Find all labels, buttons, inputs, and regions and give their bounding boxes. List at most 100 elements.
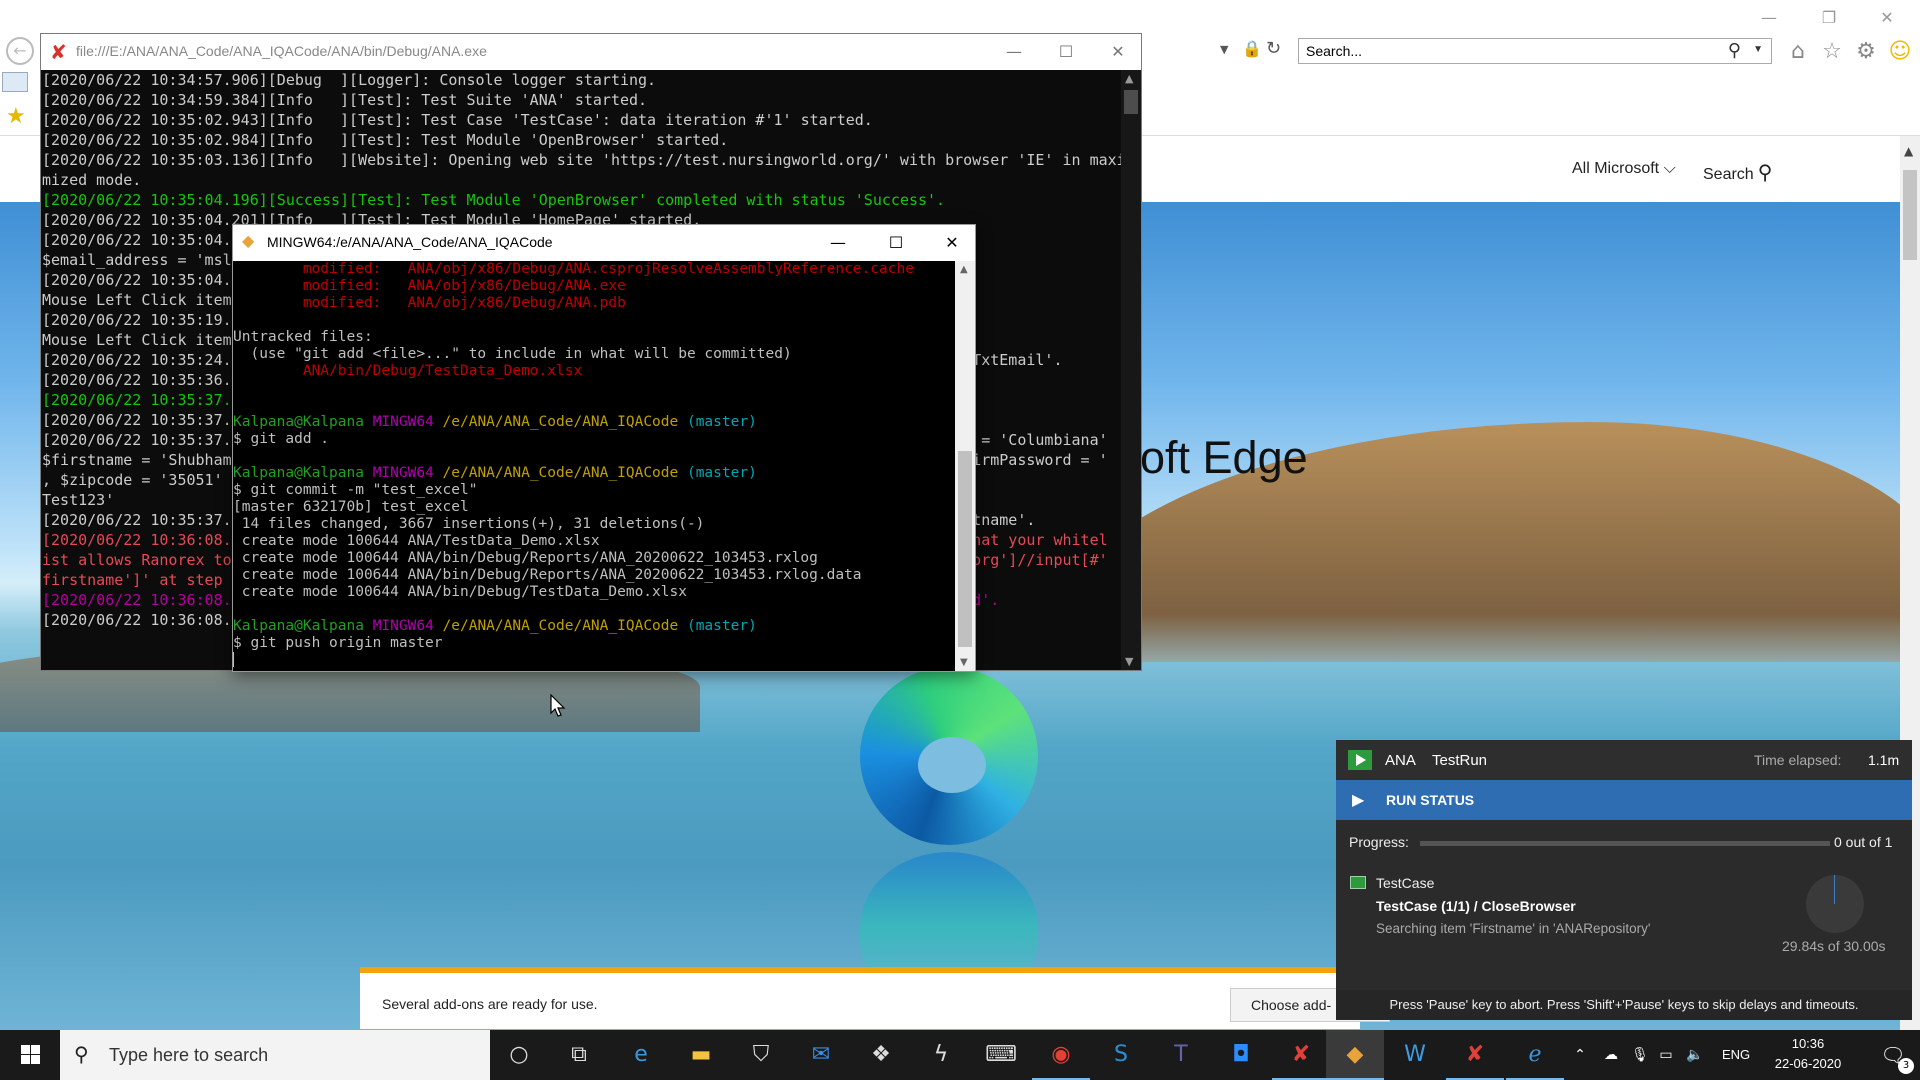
scroll-up-icon[interactable]: ▲	[960, 264, 968, 275]
step-detail: Searching item 'Firstname' in 'ANAReposi…	[1376, 921, 1651, 936]
terminal-line: [master 632170b] test_excel	[233, 499, 955, 516]
show-hidden-icons-chevron-icon[interactable]: ⌃	[1568, 1030, 1592, 1080]
ie-restore-button[interactable]: ❐	[1806, 4, 1852, 32]
cortana-icon[interactable]: ○	[490, 1030, 548, 1080]
scroll-up-icon[interactable]: ▲	[1904, 144, 1913, 158]
current-step: TestCase (1/1) / CloseBrowser	[1376, 898, 1576, 914]
terminal-text: create mode 100644 ANA/bin/Debug/TestDat…	[233, 584, 687, 600]
volume-icon[interactable]: 🔈	[1680, 1030, 1710, 1080]
mail-icon[interactable]: ✉	[792, 1030, 850, 1080]
input-language[interactable]: ENG	[1722, 1030, 1750, 1080]
ie-search-input[interactable]: Search... ⚲ ▼	[1298, 38, 1772, 64]
ie-search-placeholder: Search...	[1306, 43, 1363, 59]
chrome-icon[interactable]: ◉	[1032, 1030, 1090, 1080]
site-search-link[interactable]: Search ⚲	[1703, 160, 1772, 184]
ranorex-spy-icon[interactable]: ✘	[1272, 1030, 1330, 1080]
taskbar-clock[interactable]: 10:36 22-06-2020	[1764, 1034, 1852, 1074]
smiley-feedback-icon[interactable]: ☺	[1886, 38, 1914, 66]
terminal-line: $ git add .	[233, 431, 955, 448]
notification-count: 3	[1898, 1058, 1914, 1074]
scroll-down-icon[interactable]: ▼	[960, 657, 968, 668]
gear-icon[interactable]: ⚙	[1852, 38, 1880, 66]
scrollbar-thumb[interactable]	[958, 451, 972, 647]
scrollbar-thumb[interactable]	[1124, 90, 1138, 114]
terminal-line: modified: ANA/obj/x86/Debug/ANA.csprojRe…	[233, 261, 955, 278]
console-scrollbar[interactable]: ▲ ▼	[1121, 70, 1141, 670]
teams-icon[interactable]: T	[1152, 1030, 1210, 1080]
terminal-text: /e/ANA/ANA_Code/ANA_IQACode	[442, 414, 687, 430]
taskbar-search-box[interactable]: ⚲ Type here to search	[60, 1030, 490, 1080]
terminal-text: Kalpana@Kalpana	[233, 414, 373, 430]
mingw-scrollbar[interactable]: ▲ ▼	[955, 261, 975, 671]
ie-close-button[interactable]: ✕	[1864, 4, 1910, 32]
console-log-line: [2020/06/22 10:35:03.136][Info ][Website…	[42, 151, 1121, 169]
ranorex-studio-icon[interactable]: ✘	[1446, 1030, 1504, 1080]
zoom-icon[interactable]: ◘	[1212, 1030, 1270, 1080]
ie-tab-icon[interactable]	[2, 72, 28, 92]
mingw-terminal-output[interactable]: modified: ANA/obj/x86/Debug/ANA.csprojRe…	[233, 261, 955, 671]
action-center-button[interactable]: 🗨 3	[1866, 1030, 1920, 1080]
terminal-line: modified: ANA/obj/x86/Debug/ANA.pdb	[233, 295, 955, 312]
text-cursor	[233, 652, 234, 667]
terminal-text: (master)	[686, 414, 757, 430]
favorites-star-icon[interactable]: ☆	[1818, 38, 1846, 66]
play-icon[interactable]: ▶	[1352, 790, 1364, 809]
app-w-icon[interactable]: W	[1386, 1030, 1444, 1080]
run-status-bar[interactable]: ▶ RUN STATUS	[1336, 780, 1912, 820]
console-minimize-button[interactable]: —	[991, 34, 1037, 70]
terminal-line: modified: ANA/obj/x86/Debug/ANA.exe	[233, 278, 955, 295]
store-icon[interactable]: ⛉	[732, 1030, 790, 1080]
all-microsoft-menu[interactable]: All Microsoft ⌵	[1572, 160, 1676, 178]
back-icon[interactable]: ←	[6, 37, 34, 65]
mingw-maximize-button[interactable]: ☐	[873, 225, 919, 261]
console-log-line: [2020/06/22 10:34:59.384][Info ][Test]: …	[42, 91, 648, 109]
progress-count: 0 out of 1	[1834, 834, 1893, 850]
console-maximize-button[interactable]: ☐	[1043, 34, 1089, 70]
microphone-icon[interactable]: 🎙	[1628, 1030, 1652, 1080]
lock-icon: 🔒	[1242, 39, 1262, 58]
terminal-line: Untracked files:	[233, 329, 955, 346]
onedrive-cloud-icon[interactable]: ☁	[1596, 1030, 1626, 1080]
mingw-close-button[interactable]: ✕	[929, 225, 975, 261]
time-elapsed-label: Time elapsed:	[1754, 752, 1842, 768]
console-log-line: mized mode.	[42, 171, 142, 189]
ie-minimize-button[interactable]: —	[1746, 4, 1792, 32]
terminal-line: $ git commit -m "test_excel"	[233, 482, 955, 499]
scroll-up-icon[interactable]: ▲	[1125, 72, 1133, 85]
home-icon[interactable]: ⌂	[1784, 38, 1812, 66]
chevron-down-icon[interactable]: ▼	[1753, 38, 1763, 62]
app-lightning-icon[interactable]: ϟ	[912, 1030, 970, 1080]
task-view-icon[interactable]: ⧉	[550, 1030, 608, 1080]
scrollbar-thumb[interactable]	[1903, 170, 1917, 260]
dropbox-icon[interactable]: ❖	[852, 1030, 910, 1080]
git-bash-icon[interactable]: ◆	[1326, 1030, 1384, 1080]
internet-explorer-icon[interactable]: ℯ	[1506, 1030, 1564, 1080]
mingw-minimize-button[interactable]: —	[815, 225, 861, 261]
favorites-add-icon[interactable]: ★	[6, 104, 26, 129]
start-button[interactable]	[0, 1030, 60, 1080]
time-elapsed-value: 1.1m	[1868, 752, 1900, 768]
run-status-label: RUN STATUS	[1386, 792, 1475, 808]
terminal-text: Untracked files:	[233, 329, 373, 345]
step-timer: 29.84s of 30.00s	[1782, 938, 1886, 954]
search-icon[interactable]: ⚲	[1728, 38, 1741, 62]
edge-icon[interactable]: e	[612, 1030, 670, 1080]
console-close-button[interactable]: ✕	[1095, 34, 1141, 70]
console-titlebar[interactable]: ✘ file:///E:/ANA/ANA_Code/ANA_IQACode/AN…	[41, 34, 1141, 70]
run-name: TestRun	[1432, 752, 1488, 769]
mingw-titlebar[interactable]: ◆ MINGW64:/e/ANA/ANA_Code/ANA_IQACode — …	[233, 225, 975, 261]
file-explorer-icon[interactable]: ▬	[672, 1030, 730, 1080]
terminal-text: $ git commit -m "test_excel"	[233, 482, 478, 498]
refresh-icon[interactable]: ↻	[1266, 38, 1281, 59]
terminal-text: (master)	[686, 465, 757, 481]
app-keyboard-icon[interactable]: ⌨	[972, 1030, 1030, 1080]
terminal-line: ANA/bin/Debug/TestData_Demo.xlsx	[233, 363, 955, 380]
site-search-label: Search	[1703, 166, 1754, 183]
scroll-down-icon[interactable]: ▼	[1125, 655, 1133, 668]
skype-icon[interactable]: S	[1092, 1030, 1150, 1080]
battery-icon[interactable]: ▭	[1654, 1030, 1678, 1080]
testcase-name: TestCase	[1376, 875, 1435, 891]
address-dropdown-icon[interactable]: ▼	[1220, 43, 1228, 56]
